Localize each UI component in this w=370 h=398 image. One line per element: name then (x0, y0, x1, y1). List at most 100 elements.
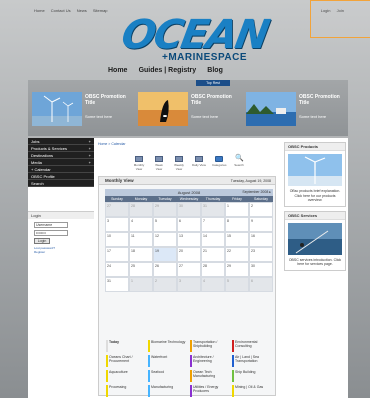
calendar-day[interactable]: 20 (177, 247, 201, 262)
calendar-day[interactable]: 27 (177, 262, 201, 277)
calendar-day[interactable]: 10 (105, 232, 129, 247)
sidebar-item-search[interactable]: Search (28, 180, 94, 187)
calendar-day[interactable]: 18 (129, 247, 153, 262)
calendar-day[interactable]: 13 (177, 232, 201, 247)
calendar-week: 24 25 26 27 28 29 30 (105, 262, 273, 277)
password-field[interactable]: •••••••• (34, 230, 68, 236)
calendar-day[interactable]: 29 (153, 202, 177, 217)
category-item[interactable]: Aquaculture (105, 369, 147, 384)
calendar-day[interactable]: 21 (201, 247, 225, 262)
category-item[interactable]: Ship Building (231, 369, 273, 384)
category-item[interactable]: Environmental Consulting (231, 339, 273, 354)
calendar-day[interactable]: 25 (129, 262, 153, 277)
login-panel: Login Username •••••••• Login Lost passw… (28, 211, 94, 257)
next-month-link[interactable]: September 2008 ▸ (242, 189, 271, 196)
site-logo[interactable]: OCEAN +MARINESPACE (118, 12, 271, 72)
sidebar-item-label: Search (31, 181, 44, 186)
calendar-day[interactable]: 3 (177, 277, 201, 292)
calendar-day[interactable]: 7 (201, 217, 225, 232)
calendar-day[interactable]: 3 (105, 217, 129, 232)
calendar-day[interactable]: 11 (129, 232, 153, 247)
promo-item[interactable]: OBSC Promotion Title Some text here (28, 90, 132, 128)
promo-item[interactable]: OBSC Promotion Title Some text here (242, 90, 346, 128)
sidebar-item-profile[interactable]: OBSC Profile (28, 173, 94, 180)
category-item[interactable]: Mining | Oil & Gas (231, 384, 273, 398)
calendar-day[interactable]: 1 (129, 277, 153, 292)
calendar-day[interactable]: 4 (129, 217, 153, 232)
category-item[interactable]: Oceans Chart / Procurement (105, 354, 147, 369)
search-button[interactable]: 🔍 Search (232, 155, 246, 167)
breadcrumb[interactable]: Home > Calendar (98, 142, 126, 146)
nav-blog[interactable]: Blog (207, 67, 223, 74)
category-swatch (106, 355, 108, 367)
sidebar-item-destinations[interactable]: Destinations + (28, 152, 94, 159)
utility-link-sitemap[interactable]: Sitemap (93, 8, 108, 13)
login-button[interactable]: Login (34, 238, 50, 244)
calendar-day[interactable]: 26 (153, 262, 177, 277)
username-field[interactable]: Username (34, 222, 68, 228)
calendar-day[interactable]: 23 (249, 247, 273, 262)
monthly-view-button[interactable]: Monthly View (132, 156, 146, 171)
category-label: Architecture / Engineering (193, 355, 214, 363)
calendar-day[interactable]: 6 (177, 217, 201, 232)
calendar-day[interactable]: 1 (225, 202, 249, 217)
calendar-day[interactable]: 27 (105, 202, 129, 217)
calendar-day[interactable]: 16 (249, 232, 273, 247)
category-item[interactable]: Biomarine Technology (147, 339, 189, 354)
calendar-day[interactable]: 29 (225, 262, 249, 277)
nav-guides-registry[interactable]: Guides | Registry (139, 67, 197, 74)
category-item[interactable]: Transportation / Shipbuilding (189, 339, 231, 354)
utility-link-contact[interactable]: Contact Us (51, 8, 71, 13)
calendar-day[interactable]: 2 (249, 202, 273, 217)
calendar-header: Monthly View Tuesday, August 19, 2008 (99, 177, 275, 185)
category-item[interactable]: Air | Land | Sea Transportation (231, 354, 273, 369)
expand-icon: + (88, 153, 91, 158)
calendar-day[interactable]: 30 (249, 262, 273, 277)
calendar-day[interactable]: 28 (201, 262, 225, 277)
category-item[interactable]: Processing (105, 384, 147, 398)
calendar-day[interactable]: 24 (105, 262, 129, 277)
calendar-day[interactable]: 8 (225, 217, 249, 232)
calendar-day[interactable]: 30 (177, 202, 201, 217)
calendar-day-today[interactable]: 19 (153, 247, 177, 262)
calendar-day[interactable]: 14 (201, 232, 225, 247)
calendar-day[interactable]: 2 (153, 277, 177, 292)
calendar-day[interactable]: 4 (201, 277, 225, 292)
calendar-day[interactable]: 22 (225, 247, 249, 262)
categories-button[interactable]: Categories (212, 156, 227, 167)
category-item[interactable]: Today (105, 339, 147, 354)
calendar-day[interactable]: 5 (153, 217, 177, 232)
calendar-day[interactable]: 31 (105, 277, 129, 292)
register-link[interactable]: Register (34, 250, 88, 254)
daily-view-button[interactable]: Daily View (192, 156, 206, 167)
category-item[interactable]: Seafood (147, 369, 189, 384)
category-label: Air | Land | Sea Transportation (235, 355, 259, 363)
services-box[interactable]: OBSC Services OBSC services introduction… (284, 210, 346, 271)
promo-wind-turbine-image (32, 92, 82, 126)
category-item[interactable]: Manufacturing (147, 384, 189, 398)
category-item[interactable]: Waterfront (147, 354, 189, 369)
utility-link-home[interactable]: Home (34, 8, 45, 13)
calendar-day[interactable]: 17 (105, 247, 129, 262)
calendar-day[interactable]: 31 (201, 202, 225, 217)
calendar-day[interactable]: 9 (249, 217, 273, 232)
calendar-day[interactable]: 15 (225, 232, 249, 247)
sidebar-item-media[interactable]: Media + (28, 159, 94, 166)
promo-tab[interactable]: Top Rest (196, 80, 230, 86)
weekly-view-button[interactable]: Weekly View (172, 156, 186, 171)
category-item[interactable]: Ocean Tech Manufacturing (189, 369, 231, 384)
week-view-button[interactable]: Week View (152, 156, 166, 171)
category-item[interactable]: Architecture / Engineering (189, 354, 231, 369)
category-item[interactable]: Utilities / Energy Producers (189, 384, 231, 398)
calendar-day[interactable]: 6 (249, 277, 273, 292)
calendar-day[interactable]: 28 (129, 202, 153, 217)
sidebar-item-calendar[interactable]: + Calendar (28, 166, 94, 173)
promo-item[interactable]: OBSC Promotion Title Some text here (134, 90, 238, 128)
calendar-day[interactable]: 5 (225, 277, 249, 292)
calendar-day[interactable]: 12 (153, 232, 177, 247)
products-box[interactable]: OBSC Products OBsc products brief explan… (284, 142, 346, 207)
utility-link-news[interactable]: News (77, 8, 87, 13)
sidebar-item-products-services[interactable]: Products & Services + (28, 145, 94, 152)
nav-home[interactable]: Home (108, 67, 127, 74)
sidebar-item-jobs[interactable]: Jobs + (28, 138, 94, 145)
